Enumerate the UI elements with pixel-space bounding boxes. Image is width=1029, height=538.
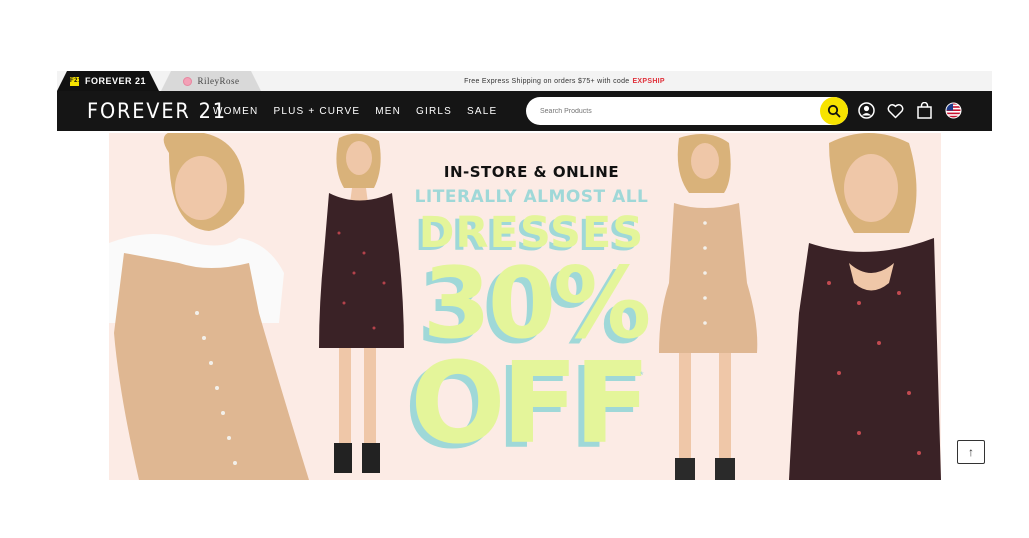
tab-rileyrose[interactable]: RileyRose xyxy=(161,71,261,91)
hero-subtitle: IN-STORE & ONLINE xyxy=(443,163,620,181)
country-selector[interactable] xyxy=(944,101,963,120)
account-button[interactable] xyxy=(857,101,876,120)
site-logo[interactable]: FOREVER 21 xyxy=(87,99,225,123)
model-image-4 xyxy=(789,133,941,480)
search-button[interactable] xyxy=(820,97,848,125)
account-icon xyxy=(858,102,875,119)
hero-headline: IN-STORE & ONLINE LITERALLY ALMOST ALL D… xyxy=(409,163,654,460)
search-bar xyxy=(526,97,848,125)
disclaimer-asterisk: * xyxy=(640,370,644,380)
shopping-bag-icon xyxy=(917,102,932,119)
main-nav: WOMEN PLUS + CURVE MEN GIRLS SALE xyxy=(213,106,497,117)
back-to-top-button[interactable]: ↑ xyxy=(957,440,985,464)
nav-girls[interactable]: GIRLS xyxy=(416,106,452,117)
search-input[interactable] xyxy=(538,106,802,116)
model-image-3 xyxy=(659,134,758,480)
tab-forever21-label: FOREVER 21 xyxy=(84,76,147,86)
us-flag-icon xyxy=(945,102,962,119)
hero-tagline: LITERALLY ALMOST ALL xyxy=(414,187,649,207)
nav-plus-curve[interactable]: PLUS + CURVE xyxy=(273,106,360,117)
promo-text: Free Express Shipping on orders $75+ wit… xyxy=(464,77,630,85)
tab-rileyrose-label: RileyRose xyxy=(197,76,240,86)
wishlist-button[interactable] xyxy=(886,101,905,120)
nav-sale[interactable]: SALE xyxy=(467,106,497,117)
hero-banner[interactable]: IN-STORE & ONLINE LITERALLY ALMOST ALL D… xyxy=(109,133,941,480)
nav-men[interactable]: MEN xyxy=(375,106,401,117)
cart-button[interactable] xyxy=(915,101,934,120)
model-image-1 xyxy=(109,133,309,480)
brand-tab-strip: F21 FOREVER 21 RileyRose Free Express Sh… xyxy=(57,71,992,91)
flower-icon xyxy=(182,76,192,86)
search-icon xyxy=(827,104,841,118)
tab-forever21[interactable]: F21 FOREVER 21 xyxy=(57,71,159,91)
hero-off: OFF xyxy=(410,339,650,469)
main-navbar: FOREVER 21 WOMEN PLUS + CURVE MEN GIRLS … xyxy=(57,91,992,131)
f21-logo-badge: F21 xyxy=(69,76,82,86)
promo-code: EXPSHIP xyxy=(632,77,665,85)
header-icons xyxy=(857,101,963,120)
wishlist-heart-icon xyxy=(887,103,904,118)
model-image-2 xyxy=(319,133,404,473)
site-header: F21 FOREVER 21 RileyRose Free Express Sh… xyxy=(57,71,992,131)
